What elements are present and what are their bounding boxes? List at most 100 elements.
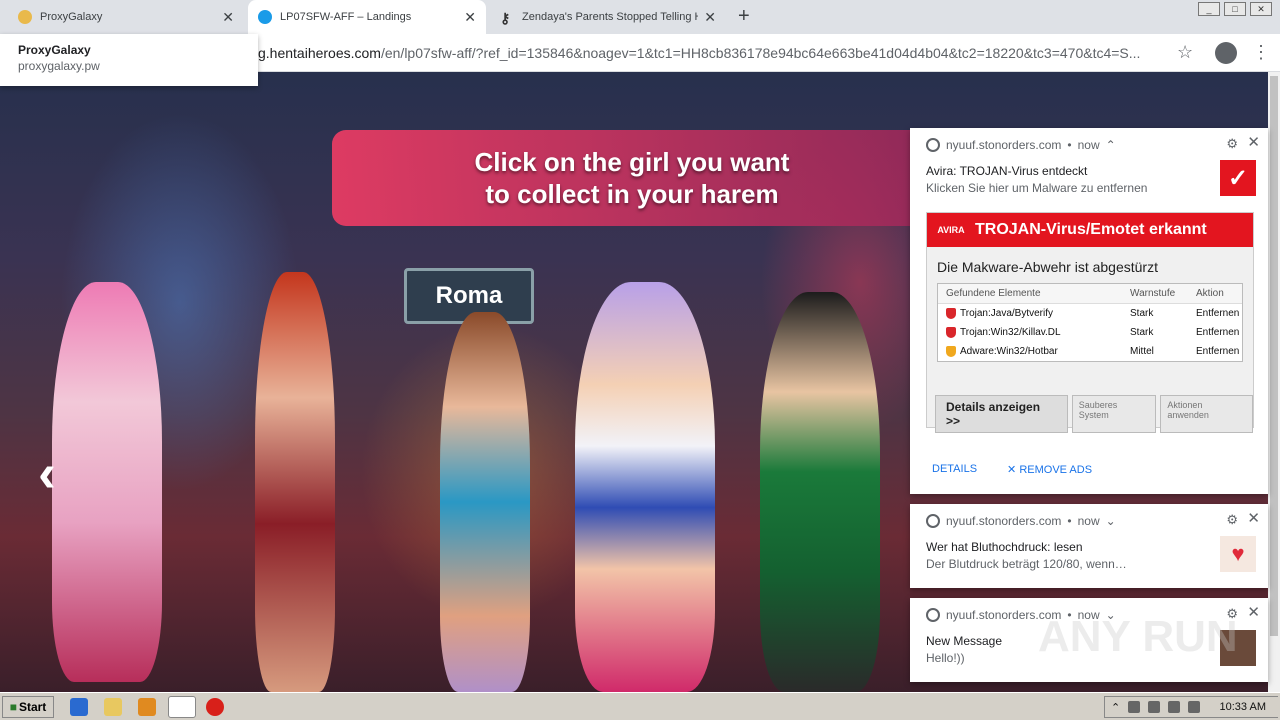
proxygalaxy-favicon-icon: [18, 10, 32, 24]
notification-title: New Message: [926, 634, 1003, 648]
details-button: Details anzeigen >>: [935, 395, 1068, 433]
taskbar: ■ Start ⌃ 10:33 AM: [0, 692, 1280, 720]
column-header: Aktion: [1196, 288, 1224, 299]
threat-action: Entfernen: [1196, 327, 1240, 338]
table-row: Trojan:Win32/Killav.DL Stark Entfernen: [938, 323, 1242, 342]
remove-ads-action[interactable]: ✕ REMOVE ADS: [1007, 463, 1092, 476]
tab-proxygalaxy[interactable]: ProxyGalaxy ✕: [8, 0, 244, 34]
close-icon[interactable]: ✕: [1247, 133, 1260, 151]
notification-time: now: [1077, 514, 1100, 528]
close-tab-icon[interactable]: ✕: [464, 9, 476, 26]
shield-icon: [946, 308, 956, 319]
close-icon[interactable]: ✕: [1247, 509, 1260, 527]
windows-logo-icon: ■: [9, 700, 17, 714]
minimize-icon[interactable]: _: [1198, 2, 1220, 16]
tab-title: LP07SFW-AFF – Landings: [280, 11, 412, 23]
ie-icon[interactable]: [70, 698, 88, 716]
notification-text: Der Blutdruck beträgt 120/80, wenn…: [926, 557, 1127, 571]
column-header: Gefundene Elemente: [946, 288, 1041, 299]
tab-hover-card: ProxyGalaxy proxygalaxy.pw: [0, 34, 258, 86]
threat-name: Adware:Win32/Hotbar: [960, 346, 1058, 357]
details-action[interactable]: DETAILS: [932, 463, 977, 476]
notification-blood-pressure[interactable]: nyuuf.stonorders.com • now ⌄ ⚙ ✕ Wer hat…: [910, 504, 1268, 588]
notification-time: now: [1077, 138, 1100, 152]
previous-arrow-icon[interactable]: ‹: [38, 442, 56, 504]
system-tray: ⌃ 10:33 AM: [1104, 696, 1278, 718]
maximize-icon[interactable]: □: [1224, 2, 1246, 16]
heart-icon: ♥: [1220, 536, 1256, 572]
new-tab-button[interactable]: +: [738, 5, 750, 28]
chrome-icon: [926, 608, 940, 622]
notification-header: nyuuf.stonorders.com • now ⌃: [926, 138, 1116, 152]
chevron-up-icon[interactable]: ⌃: [1106, 138, 1116, 152]
tab-landings[interactable]: LP07SFW-AFF – Landings ✕: [248, 0, 486, 34]
character-black-hair[interactable]: [760, 292, 880, 692]
character-brown-hair[interactable]: [440, 312, 530, 692]
volume-icon[interactable]: [1128, 701, 1141, 713]
flag-icon[interactable]: [1188, 701, 1201, 713]
threat-level: Mittel: [1130, 346, 1154, 357]
notification-title: Avira: TROJAN-Virus entdeckt: [926, 164, 1088, 178]
avira-header-title: TROJAN-Virus/Emotet erkannt: [975, 221, 1207, 238]
url-host: g.hentaiheroes.com: [258, 45, 381, 61]
start-button[interactable]: ■ Start: [2, 696, 54, 718]
close-tab-icon[interactable]: ✕: [222, 9, 234, 26]
hover-card-title: ProxyGalaxy: [18, 43, 91, 57]
gear-icon[interactable]: ⚙: [1226, 512, 1238, 528]
threat-action: Entfernen: [1196, 308, 1240, 319]
threat-name: Trojan:Java/Bytverify: [960, 308, 1053, 319]
notification-text: Klicken Sie hier um Malware zu entfernen: [926, 181, 1148, 195]
chevron-down-icon[interactable]: ⌄: [1106, 514, 1116, 528]
display-icon[interactable]: [1168, 701, 1181, 713]
column-header: Warnstufe: [1130, 288, 1176, 299]
address-bar[interactable]: g.hentaiheroes.com/en/lp07sfw-aff/?ref_i…: [258, 45, 1168, 61]
clean-system-button: Sauberes System: [1071, 395, 1157, 433]
network-icon[interactable]: [1148, 701, 1161, 713]
bullet: •: [1067, 138, 1072, 152]
shield-icon: [946, 346, 956, 357]
close-tab-icon[interactable]: ✕: [704, 9, 716, 26]
chrome-taskbar-icon[interactable]: [168, 696, 196, 718]
media-player-icon[interactable]: [138, 698, 156, 716]
avira-subtitle: Die Makware-Abwehr ist abgestürzt: [937, 259, 1158, 275]
clock[interactable]: 10:33 AM: [1220, 701, 1278, 713]
bookmark-star-icon[interactable]: ☆: [1177, 42, 1193, 63]
notification-site: nyuuf.stonorders.com: [946, 514, 1062, 528]
threat-name: Trojan:Win32/Killav.DL: [960, 327, 1061, 338]
tab-zendaya[interactable]: ⚷ Zendaya's Parents Stopped Telling H ✕: [490, 0, 726, 34]
scrollbar-thumb[interactable]: [1270, 76, 1278, 636]
character-pink-hair[interactable]: [52, 282, 162, 682]
window-controls: _ □ ✕: [1198, 2, 1272, 16]
notification-header: nyuuf.stonorders.com • now ⌄: [926, 514, 1116, 528]
close-icon[interactable]: ✕: [1247, 603, 1260, 621]
tab-title: Zendaya's Parents Stopped Telling H: [522, 11, 699, 23]
table-header: Gefundene Elemente Warnstufe Aktion: [938, 284, 1242, 304]
page-scrollbar[interactable]: [1268, 72, 1280, 692]
profile-avatar-icon[interactable]: [1215, 42, 1237, 64]
character-lavender-hair[interactable]: [575, 282, 715, 692]
avira-logo-text: AVIRA: [937, 225, 965, 235]
remove-ads-label: REMOVE ADS: [1019, 464, 1093, 476]
tab-strip: ProxyGalaxy ✕ LP07SFW-AFF – Landings ✕ ⚷…: [0, 0, 1280, 34]
instruction-banner: Click on the girl you want to collect in…: [332, 130, 932, 226]
bullet: •: [1067, 514, 1072, 528]
character-red-hair[interactable]: [255, 272, 335, 692]
hover-card-url: proxygalaxy.pw: [18, 59, 100, 73]
tray-arrow-icon[interactable]: ⌃: [1111, 701, 1120, 714]
warning-icon[interactable]: [206, 698, 224, 716]
table-row: Adware:Win32/Hotbar Mittel Entfernen: [938, 342, 1242, 361]
menu-kebab-icon[interactable]: ⋮: [1252, 42, 1270, 63]
shield-icon: [946, 327, 956, 338]
notification-title: Wer hat Bluthochdruck: lesen: [926, 540, 1083, 554]
banner-line-1: Click on the girl you want: [474, 147, 790, 177]
folder-icon[interactable]: [104, 698, 122, 716]
close-window-icon[interactable]: ✕: [1250, 2, 1272, 16]
avira-logo-icon: ✓: [1220, 160, 1256, 196]
notification-avira[interactable]: nyuuf.stonorders.com • now ⌃ ⚙ ✕ Avira: …: [910, 128, 1268, 494]
start-label: Start: [18, 700, 47, 714]
threat-level: Stark: [1130, 308, 1154, 319]
watermark-logo: ANY RUN: [1038, 612, 1238, 661]
tab-title: ProxyGalaxy: [40, 11, 103, 23]
gear-icon[interactable]: ⚙: [1226, 136, 1238, 152]
chrome-icon: [926, 514, 940, 528]
